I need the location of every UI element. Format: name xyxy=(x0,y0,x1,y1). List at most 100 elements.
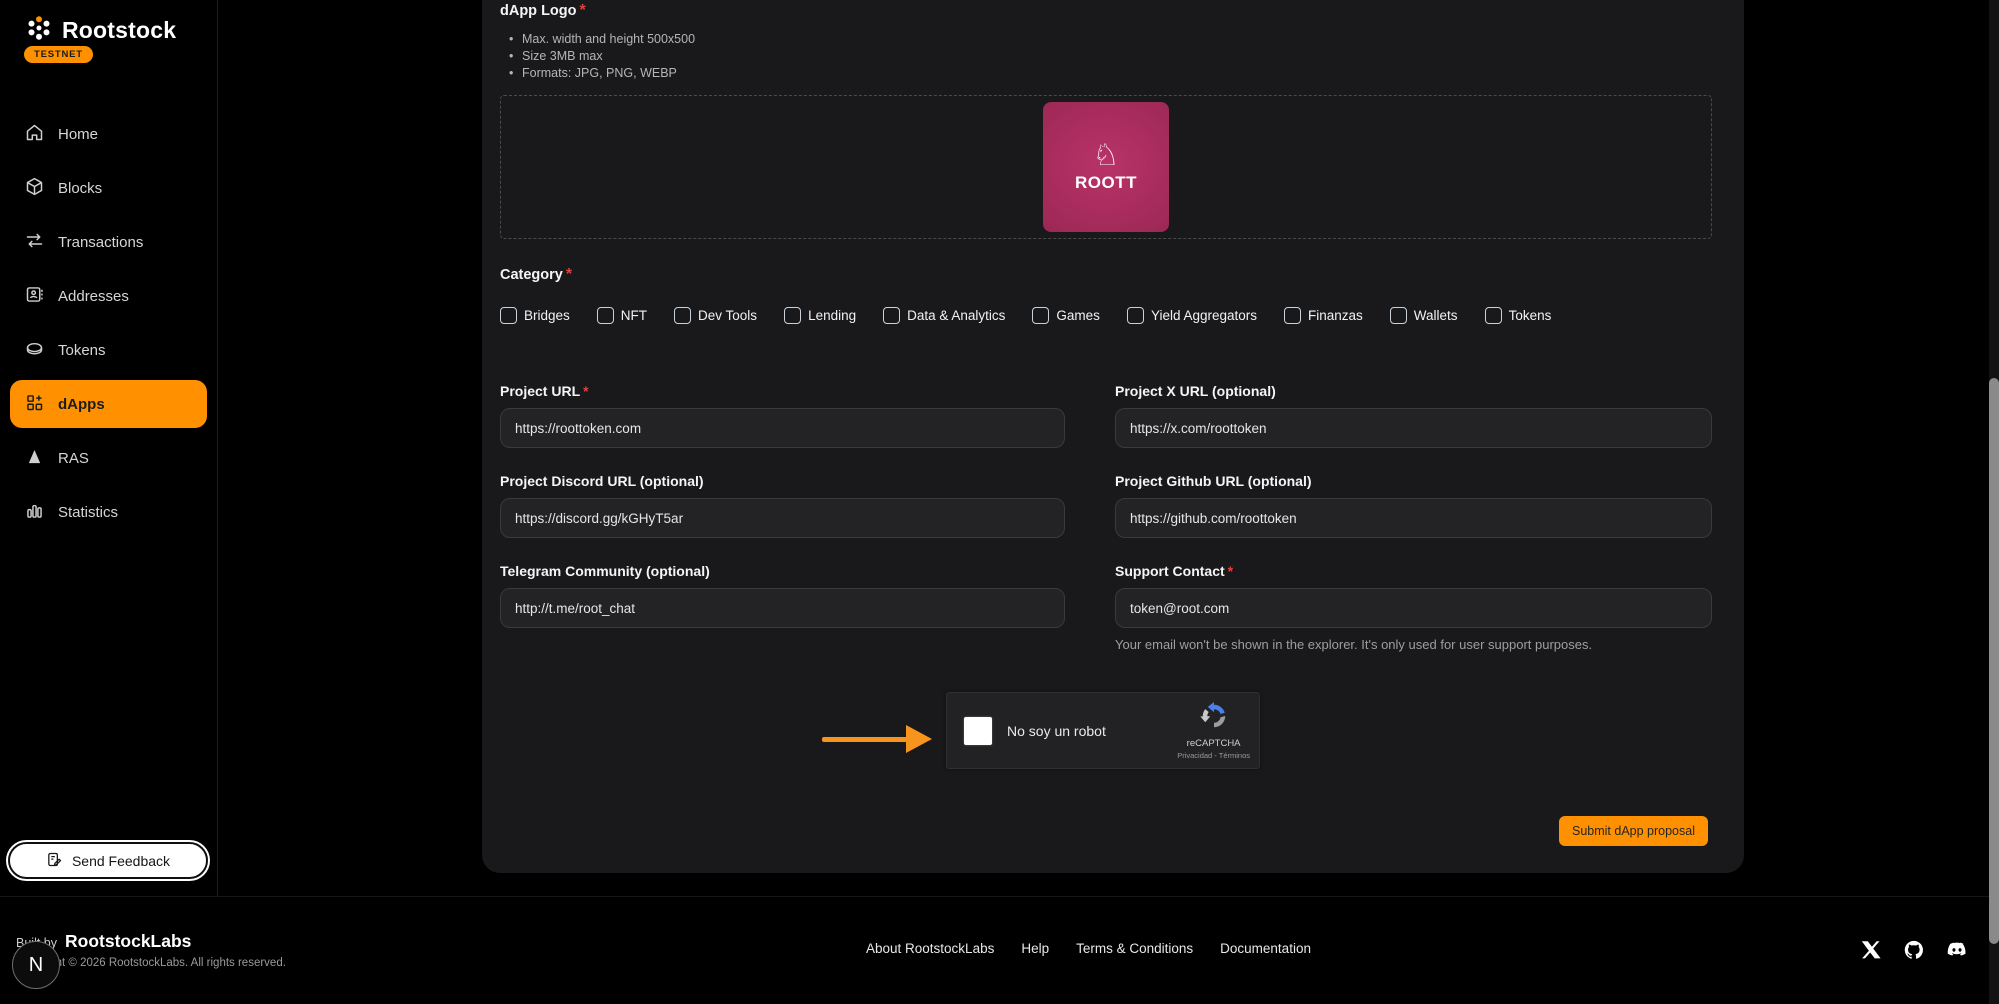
dapp-logo-label: dApp Logo xyxy=(500,3,577,19)
category-option-yield-aggregators[interactable]: Yield Aggregators xyxy=(1127,307,1257,324)
brand[interactable]: Rootstock xyxy=(24,13,176,48)
annotation-arrow xyxy=(822,724,934,754)
sidebar-item-blocks[interactable]: Blocks xyxy=(10,164,207,212)
scrollbar-track[interactable] xyxy=(1989,0,1999,1004)
sidebar-item-statistics[interactable]: Statistics xyxy=(10,488,207,536)
sidebar-item-label: Tokens xyxy=(58,342,106,359)
sidebar: Rootstock TESTNET Home Blocks Transactio… xyxy=(0,0,218,896)
category-option-wallets[interactable]: Wallets xyxy=(1390,307,1458,324)
category-options: Bridges NFT Dev Tools Lending Data & Ana… xyxy=(500,307,1712,324)
logo-requirement: Max. width and height 500x500 xyxy=(500,31,1712,48)
logo-dropzone[interactable]: ♘ ROOTT xyxy=(500,95,1712,239)
discord-icon[interactable] xyxy=(1946,939,1968,966)
project-x-url-input[interactable] xyxy=(1115,408,1712,448)
category-option-dev-tools[interactable]: Dev Tools xyxy=(674,307,757,324)
project-url-input[interactable] xyxy=(500,408,1065,448)
footer-link-documentation[interactable]: Documentation xyxy=(1220,941,1311,956)
dapp-proposal-form-card: dApp Logo* Max. width and height 500x500… xyxy=(482,0,1744,873)
footer-link-about[interactable]: About RootstockLabs xyxy=(866,941,994,956)
dapps-grid-icon xyxy=(24,392,45,417)
category-option-finanzas[interactable]: Finanzas xyxy=(1284,307,1363,324)
category-section: Category* Bridges NFT Dev Tools Lending … xyxy=(500,266,1712,324)
checkbox-dev-tools[interactable] xyxy=(674,307,691,324)
required-asterisk: * xyxy=(580,2,586,19)
checkbox-games[interactable] xyxy=(1032,307,1049,324)
recaptcha-logo-icon xyxy=(1199,701,1229,736)
home-icon xyxy=(24,122,45,147)
coin-icon xyxy=(24,338,45,363)
telegram-community-input[interactable] xyxy=(500,588,1065,628)
github-icon[interactable] xyxy=(1903,939,1925,966)
sidebar-item-label: Home xyxy=(58,126,98,143)
category-option-nft[interactable]: NFT xyxy=(597,307,647,324)
required-asterisk: * xyxy=(583,383,588,399)
x-twitter-icon[interactable] xyxy=(1860,939,1882,966)
bar-chart-icon xyxy=(24,500,45,525)
knight-icon: ♘ xyxy=(1093,141,1120,171)
logo-preview-text: ROOTT xyxy=(1075,173,1137,193)
field-label: Project X URL (optional) xyxy=(1115,383,1276,399)
checkbox-nft[interactable] xyxy=(597,307,614,324)
category-option-bridges[interactable]: Bridges xyxy=(500,307,570,324)
sidebar-item-label: dApps xyxy=(58,396,105,413)
sidebar-item-transactions[interactable]: Transactions xyxy=(10,218,207,266)
checkbox-yield-aggregators[interactable] xyxy=(1127,307,1144,324)
checkbox-data-analytics[interactable] xyxy=(883,307,900,324)
cube-icon xyxy=(24,176,45,201)
form-fields: Project URL* Project X URL (optional) Pr… xyxy=(500,383,1712,652)
contact-card-icon xyxy=(24,284,45,309)
category-option-games[interactable]: Games xyxy=(1032,307,1100,324)
dapp-logo-section: dApp Logo* Max. width and height 500x500… xyxy=(500,2,1712,239)
sidebar-item-label: Addresses xyxy=(58,288,129,305)
footer-brand[interactable]: RootstockLabs xyxy=(65,931,191,952)
recaptcha-name: reCAPTCHA xyxy=(1187,738,1241,749)
sidebar-item-label: Transactions xyxy=(58,234,143,251)
recaptcha-privacy-terms[interactable]: Privacidad - Términos xyxy=(1177,751,1250,760)
recaptcha-brand: reCAPTCHA Privacidad - Términos xyxy=(1177,701,1250,760)
checkbox-wallets[interactable] xyxy=(1390,307,1407,324)
send-feedback-button[interactable]: Send Feedback xyxy=(8,842,208,879)
category-option-data-analytics[interactable]: Data & Analytics xyxy=(883,307,1005,324)
brand-name: Rootstock xyxy=(62,17,176,44)
rootstock-logo-icon xyxy=(24,13,54,48)
checkbox-bridges[interactable] xyxy=(500,307,517,324)
transfer-arrows-icon xyxy=(24,230,45,255)
field-project-x-url: Project X URL (optional) xyxy=(1115,383,1712,448)
logo-requirement: Formats: JPG, PNG, WEBP xyxy=(500,65,1712,82)
sidebar-item-label: RAS xyxy=(58,450,89,467)
footer-links: About RootstockLabs Help Terms & Conditi… xyxy=(866,941,1311,956)
footer: Built by RootstockLabs Copyright © 2026 … xyxy=(0,896,1999,1004)
footer-link-terms[interactable]: Terms & Conditions xyxy=(1076,941,1193,956)
footer-social xyxy=(1860,939,1968,966)
sidebar-item-addresses[interactable]: Addresses xyxy=(10,272,207,320)
sidebar-item-home[interactable]: Home xyxy=(10,110,207,158)
sidebar-item-label: Statistics xyxy=(58,504,118,521)
sidebar-item-dapps[interactable]: dApps xyxy=(10,380,207,428)
sidebar-item-ras[interactable]: RAS xyxy=(10,434,207,482)
sidebar-item-label: Blocks xyxy=(58,180,102,197)
submit-dapp-proposal-button[interactable]: Submit dApp proposal xyxy=(1559,816,1708,846)
recaptcha-widget: No soy un robot reCAPTCHA Privacidad - T… xyxy=(946,692,1260,769)
support-contact-input[interactable] xyxy=(1115,588,1712,628)
support-contact-helper: Your email won't be shown in the explore… xyxy=(1115,637,1712,652)
scrollbar-thumb[interactable] xyxy=(1989,378,1999,944)
field-support-contact: Support Contact* Your email won't be sho… xyxy=(1115,563,1712,652)
checkbox-lending[interactable] xyxy=(784,307,801,324)
logo-requirements-list: Max. width and height 500x500 Size 3MB m… xyxy=(500,31,1712,82)
logo-preview[interactable]: ♘ ROOTT xyxy=(1043,102,1169,232)
category-option-tokens[interactable]: Tokens xyxy=(1485,307,1552,324)
project-github-url-input[interactable] xyxy=(1115,498,1712,538)
category-option-lending[interactable]: Lending xyxy=(784,307,856,324)
field-telegram-community: Telegram Community (optional) xyxy=(500,563,1065,652)
field-project-github-url: Project Github URL (optional) xyxy=(1115,473,1712,538)
checkbox-finanzas[interactable] xyxy=(1284,307,1301,324)
testnet-badge: TESTNET xyxy=(24,46,93,63)
footer-link-help[interactable]: Help xyxy=(1021,941,1049,956)
sidebar-item-tokens[interactable]: Tokens xyxy=(10,326,207,374)
overlay-badge-n[interactable]: N xyxy=(12,941,60,989)
checkbox-tokens[interactable] xyxy=(1485,307,1502,324)
project-discord-url-input[interactable] xyxy=(500,498,1065,538)
field-label: Telegram Community (optional) xyxy=(500,563,710,579)
required-asterisk: * xyxy=(566,266,572,283)
recaptcha-checkbox[interactable] xyxy=(964,717,992,745)
